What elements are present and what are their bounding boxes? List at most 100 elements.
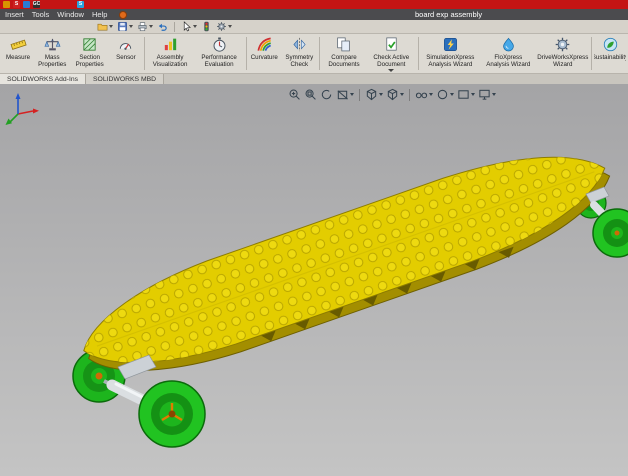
undo-button[interactable] — [156, 21, 169, 32]
section-view-button[interactable] — [336, 88, 354, 101]
rebuild-button[interactable] — [200, 21, 213, 32]
ribbon-button-symmetry-check[interactable]: Symmetry Check — [281, 35, 317, 72]
apply-scene-button[interactable] — [457, 88, 475, 101]
ribbon-group-separator — [591, 37, 593, 70]
ribbon-button-label: Sustainability — [594, 54, 626, 61]
save-icon — [118, 22, 127, 31]
ribbon-button-simulationxpress[interactable]: SimulationXpress Analysis Wizard — [420, 35, 480, 72]
ribbon-button-performance-evaluation[interactable]: Performance Evaluation — [195, 35, 244, 72]
view-orientation-button[interactable] — [365, 88, 383, 101]
headsup-separator — [409, 88, 410, 101]
check-active-document-dropdown-caret[interactable] — [388, 69, 395, 72]
zoom-to-area-button[interactable] — [304, 88, 317, 101]
ribbon-button-curvature[interactable]: Curvature — [248, 35, 280, 72]
sensor-icon — [120, 43, 132, 50]
app-icon-4[interactable]: GC — [33, 1, 40, 8]
ribbon-button-compare-documents[interactable]: Compare Documents — [322, 35, 366, 72]
front-near-wheel[interactable] — [138, 380, 206, 448]
hide-show-items-caret[interactable] — [429, 93, 433, 96]
hide-show-items-icon — [415, 92, 428, 99]
options-gear-icon — [217, 22, 226, 31]
previous-view-icon — [321, 89, 332, 100]
options-button[interactable] — [215, 21, 233, 32]
open-folder-icon — [97, 23, 108, 31]
zoom-to-fit-icon — [289, 89, 300, 100]
floxpress-analysis-wizard-icon — [502, 37, 514, 52]
section-view-caret[interactable] — [350, 93, 354, 96]
save-button[interactable] — [116, 21, 134, 32]
open-dropdown-caret[interactable] — [109, 25, 113, 28]
mass-properties-icon — [44, 38, 61, 51]
select-button[interactable] — [180, 21, 198, 32]
ribbon-button-sensor[interactable]: Sensor — [110, 35, 142, 72]
app-icon-3[interactable] — [23, 1, 30, 8]
standard-toolbar — [0, 20, 628, 34]
ribbon-button-label: Compare Documents — [328, 54, 360, 68]
3d-viewport[interactable] — [0, 84, 628, 476]
edit-appearance-icon — [437, 89, 448, 100]
menu-help[interactable]: Help — [92, 10, 107, 19]
menu-tools[interactable]: Tools — [32, 10, 50, 19]
performance-evaluation-icon — [213, 37, 226, 52]
ribbon-button-label: Performance Evaluation — [201, 54, 237, 68]
measure-icon — [10, 39, 27, 50]
edit-appearance-button[interactable] — [436, 88, 454, 101]
lower-tab-bar: SOLIDWORKS Add-Ins SOLIDWORKS MBD — [0, 74, 628, 84]
view-settings-button[interactable] — [478, 88, 496, 101]
check-active-document-icon — [386, 37, 397, 51]
view-orientation-caret[interactable] — [379, 93, 383, 96]
previous-view-button[interactable] — [320, 88, 333, 101]
ribbon-button-label: Assembly Visualization — [152, 54, 188, 68]
compare-documents-icon — [337, 37, 351, 52]
ribbon-button-mass-properties[interactable]: Mass Properties — [35, 35, 69, 72]
ribbon-group-separator — [319, 37, 321, 70]
ribbon-button-label: Check Active Document — [373, 54, 410, 68]
ribbon-group-separator — [417, 37, 419, 70]
hide-show-items-button[interactable] — [415, 88, 433, 101]
app-icon-2[interactable]: S — [13, 1, 20, 8]
ribbon-button-section-properties[interactable]: Section Properties — [70, 35, 108, 72]
print-button[interactable] — [136, 21, 154, 32]
menu-window[interactable]: Window — [57, 10, 84, 19]
open-button[interactable] — [96, 21, 114, 32]
graphics-area — [0, 84, 628, 476]
ribbon-button-label: SimulationXpress Analysis Wizard — [426, 54, 475, 68]
ribbon-button-floxpress[interactable]: FloXpress Analysis Wizard — [481, 35, 535, 72]
select-dropdown-caret[interactable] — [193, 25, 197, 28]
zoom-to-area-icon — [305, 89, 316, 100]
ribbon-button-assembly-visualization[interactable]: Assembly Visualization — [147, 35, 194, 72]
display-style-caret[interactable] — [400, 93, 404, 96]
ribbon-group-separator — [143, 37, 145, 70]
tab-solidworks-add-ins[interactable]: SOLIDWORKS Add-Ins — [0, 74, 87, 84]
app-icon-1[interactable] — [3, 1, 10, 8]
section-properties-icon — [83, 38, 96, 51]
display-style-button[interactable] — [386, 88, 404, 101]
ribbon-group-separator — [245, 37, 247, 70]
menu-insert[interactable]: Insert — [5, 10, 24, 19]
driveworksxpress-wizard-icon — [555, 37, 570, 52]
zoom-to-fit-button[interactable] — [288, 88, 301, 101]
ribbon-button-label: Curvature — [250, 54, 278, 61]
ribbon-button-check-active-document[interactable]: Check Active Document — [367, 35, 416, 72]
options-dropdown-caret[interactable] — [228, 25, 232, 28]
print-dropdown-caret[interactable] — [149, 25, 153, 28]
app-icon-5[interactable]: S — [77, 1, 84, 8]
apply-scene-caret[interactable] — [471, 93, 475, 96]
heads-up-view-toolbar — [288, 88, 496, 101]
undo-icon — [158, 23, 167, 31]
edit-appearance-caret[interactable] — [450, 93, 454, 96]
save-dropdown-caret[interactable] — [129, 25, 133, 28]
print-icon — [138, 22, 147, 32]
ribbon-button-label: Measure — [5, 54, 31, 61]
pin-menu-icon[interactable] — [119, 10, 128, 19]
view-settings-caret[interactable] — [492, 93, 496, 96]
assembly-visualization-icon — [164, 38, 176, 51]
tab-solidworks-mbd[interactable]: SOLIDWORKS MBD — [86, 74, 165, 84]
ribbon-button-sustainability[interactable]: Sustainability — [594, 35, 626, 72]
top-title-strip: S GC S — [0, 0, 628, 9]
ribbon-button-driveworksxpress[interactable]: DriveWorksXpress Wizard — [536, 35, 589, 72]
simulationxpress-analysis-wizard-icon — [443, 38, 457, 51]
ribbon-button-measure[interactable]: Measure — [2, 35, 34, 72]
document-title: board exp assembly — [415, 10, 483, 19]
view-orientation-icon — [366, 88, 377, 101]
